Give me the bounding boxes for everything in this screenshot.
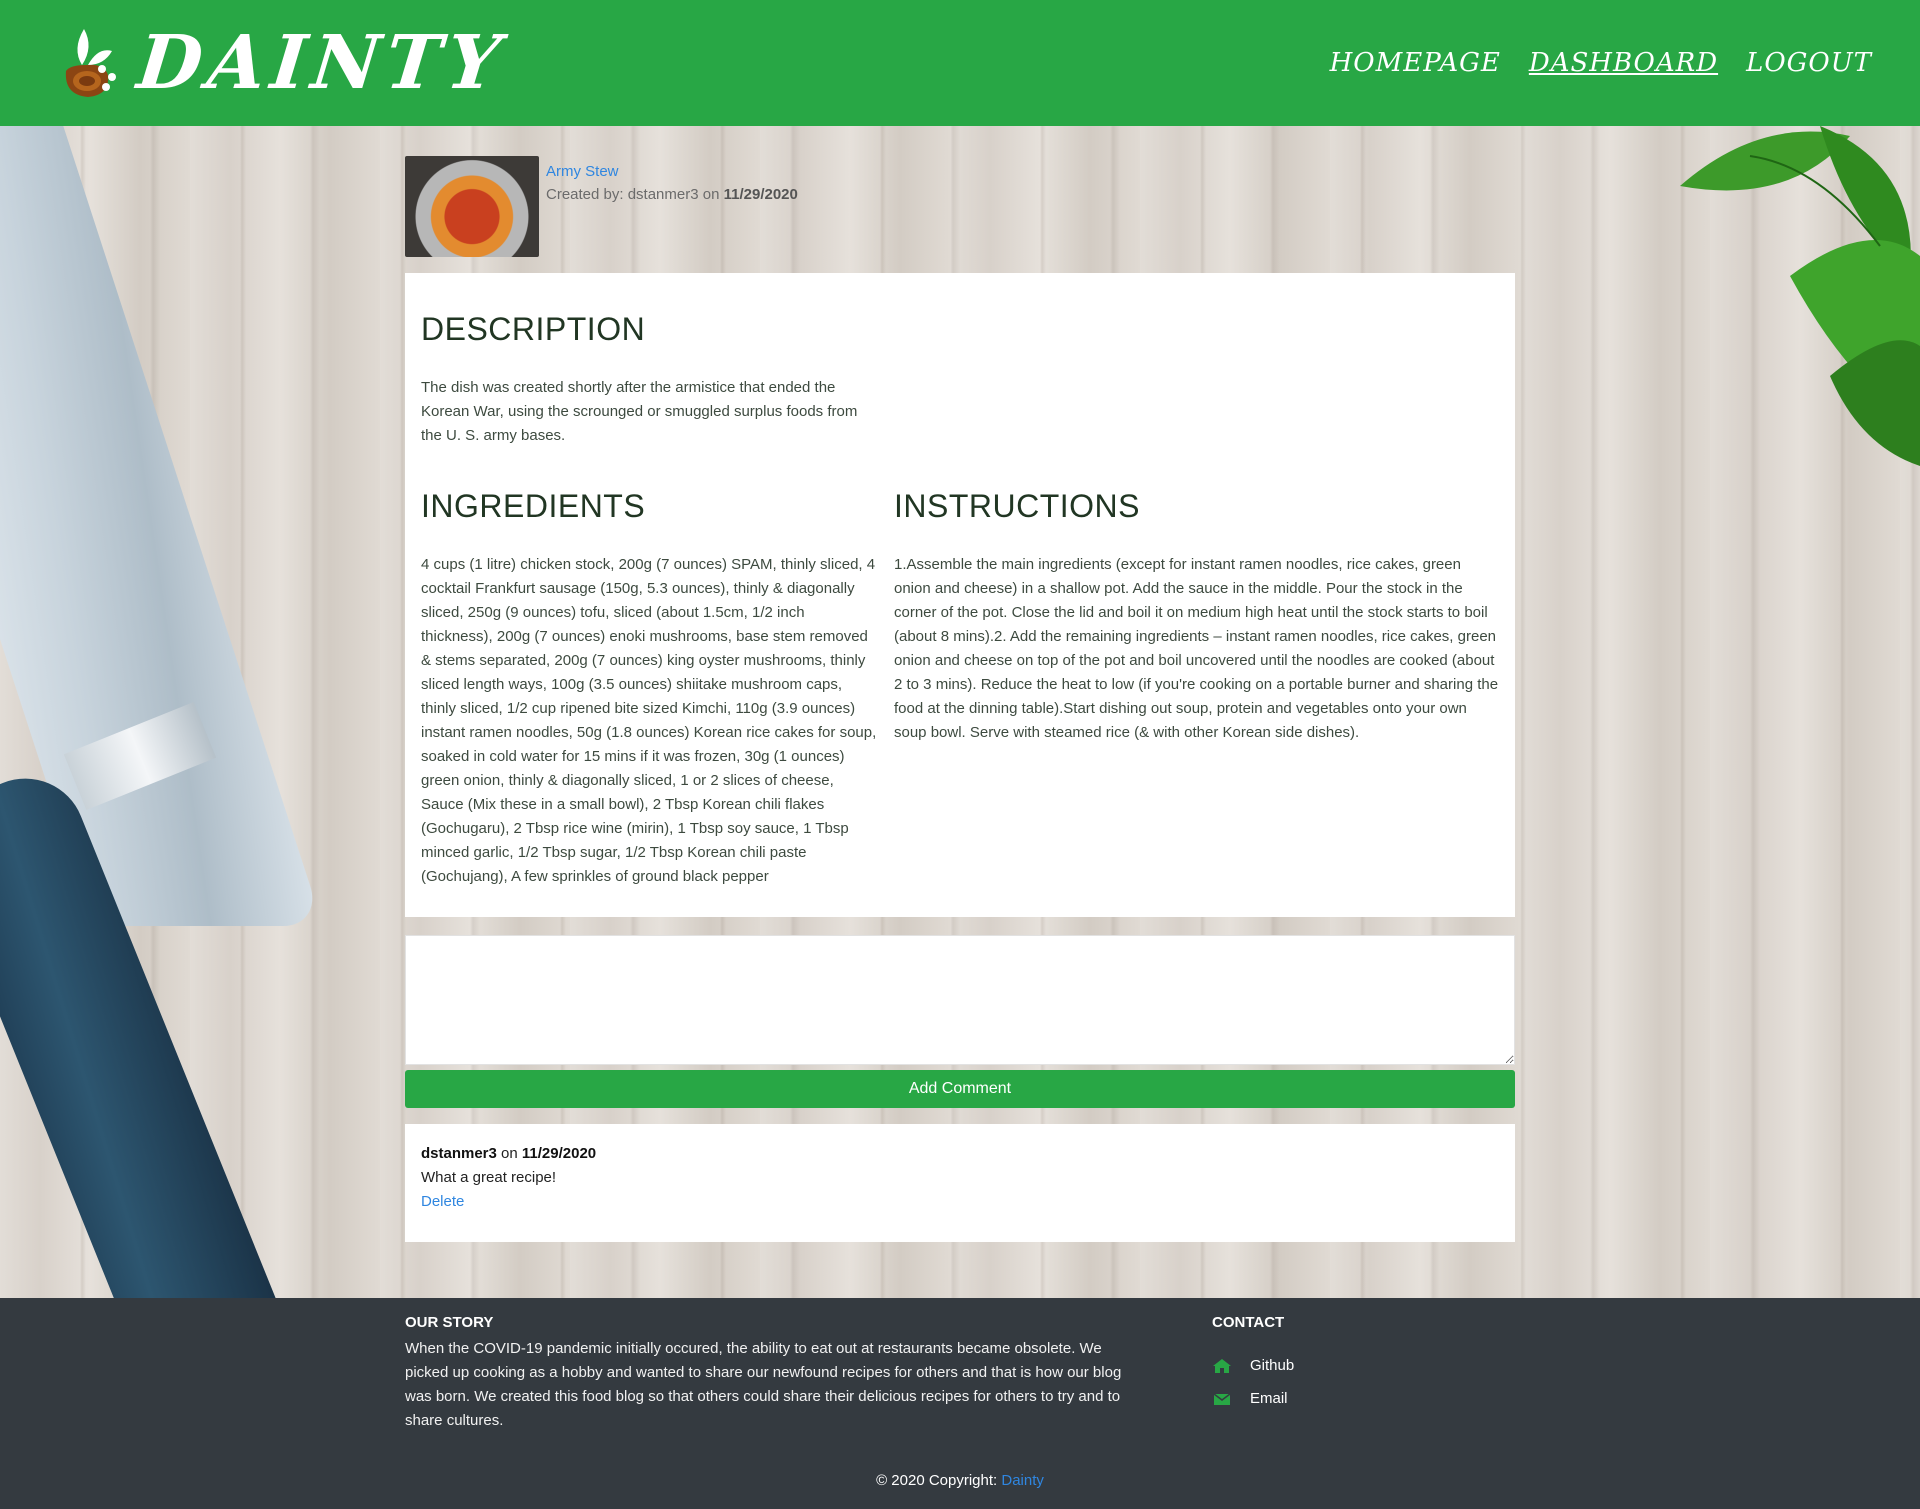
recipe-meta: Army Stew Created by: dstanmer3 on 11/29… bbox=[546, 160, 798, 257]
top-navbar: DAINTY HOMEPAGE DASHBOARD LOGOUT bbox=[0, 0, 1920, 126]
instructions-text: 1.Assemble the main ingredients (except … bbox=[894, 556, 1499, 741]
home-icon bbox=[1213, 1358, 1231, 1373]
comment-input[interactable] bbox=[405, 935, 1515, 1065]
instructions-heading: INSTRUCTIONS bbox=[894, 488, 1140, 524]
recipe-card: DESCRIPTION The dish was created shortly… bbox=[405, 273, 1515, 917]
contact-github[interactable]: Github bbox=[1212, 1357, 1294, 1374]
recipe-title-link[interactable]: Army Stew bbox=[546, 160, 798, 183]
copyright: © 2020 Copyright: Dainty bbox=[0, 1472, 1920, 1489]
brand-name: DAINTY bbox=[133, 20, 511, 106]
story-heading: OUR STORY bbox=[405, 1314, 494, 1331]
contact-heading: CONTACT bbox=[1212, 1314, 1285, 1331]
recipe-page: Army Stew Created by: dstanmer3 on 11/29… bbox=[405, 126, 1515, 1242]
comment-text: What a great recipe! bbox=[421, 1169, 557, 1186]
nav-dashboard[interactable]: DASHBOARD bbox=[1529, 48, 1718, 78]
contact-github-label: Github bbox=[1250, 1357, 1295, 1374]
leaves-decoration bbox=[1680, 126, 1920, 466]
ingredients-section: INGREDIENTS 4 cups (1 litre) chicken sto… bbox=[421, 488, 877, 889]
recipe-created-by: Created by: dstanmer3 on 11/29/2020 bbox=[546, 183, 798, 206]
footer-story: OUR STORY When the COVID-19 pandemic ini… bbox=[405, 1314, 1145, 1433]
comment-header: dstanmer3 on 11/29/2020 bbox=[421, 1142, 1499, 1166]
main-nav: HOMEPAGE DASHBOARD LOGOUT bbox=[1330, 48, 1872, 78]
nav-homepage[interactable]: HOMEPAGE bbox=[1330, 48, 1501, 78]
story-text: When the COVID-19 pandemic initially occ… bbox=[405, 1340, 1122, 1429]
comment-item: dstanmer3 on 11/29/2020 What a great rec… bbox=[405, 1124, 1515, 1242]
created-date: 11/29/2020 bbox=[723, 186, 798, 203]
brand[interactable]: DAINTY bbox=[58, 20, 510, 106]
instructions-section: INSTRUCTIONS 1.Assemble the main ingredi… bbox=[894, 488, 1499, 889]
contact-email-label: Email bbox=[1250, 1390, 1288, 1407]
description-heading: DESCRIPTION bbox=[421, 311, 646, 347]
ingredients-heading: INGREDIENTS bbox=[421, 488, 646, 524]
ingredients-text: 4 cups (1 litre) chicken stock, 200g (7 … bbox=[421, 556, 877, 885]
envelope-icon bbox=[1213, 1392, 1231, 1405]
logo-icon bbox=[65, 29, 116, 97]
comment-on: on bbox=[501, 1145, 518, 1162]
comment-date: 11/29/2020 bbox=[521, 1145, 597, 1162]
description-text: The dish was created shortly after the a… bbox=[421, 379, 858, 444]
recipe-header: Army Stew Created by: dstanmer3 on 11/29… bbox=[405, 156, 1515, 257]
description-section: DESCRIPTION The dish was created shortly… bbox=[421, 311, 877, 448]
delete-comment-link[interactable]: Delete bbox=[421, 1190, 1499, 1214]
contact-email[interactable]: Email bbox=[1212, 1390, 1294, 1407]
comment-author: dstanmer3 bbox=[421, 1145, 497, 1162]
contact-list: Github Email bbox=[1212, 1357, 1294, 1407]
recipe-thumbnail bbox=[405, 156, 539, 257]
copyright-link[interactable]: Dainty bbox=[1001, 1472, 1044, 1489]
created-by-text: Created by: dstanmer3 on bbox=[546, 186, 720, 203]
copyright-text: © 2020 Copyright: bbox=[876, 1472, 998, 1489]
add-comment-button[interactable]: Add Comment bbox=[405, 1070, 1515, 1108]
footer-contact: CONTACT Github Email bbox=[1212, 1314, 1294, 1423]
nav-logout[interactable]: LOGOUT bbox=[1746, 48, 1872, 78]
